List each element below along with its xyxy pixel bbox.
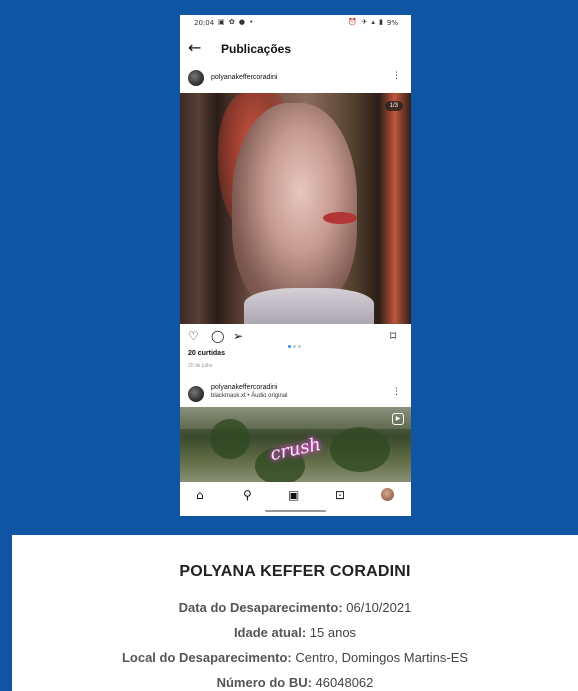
reels-icon[interactable]: ▣	[288, 488, 299, 502]
post2-audio-subtitle[interactable]: blackmask.xt • Áudio original	[211, 393, 287, 399]
missing-person-card: POLYANA KEFFER CORADINI Data do Desapare…	[12, 535, 578, 691]
avatar[interactable]	[188, 70, 204, 86]
post-photo[interactable]: 1/3	[180, 93, 411, 324]
reel-preview[interactable]: crush ▶	[180, 407, 411, 482]
app-bar: ← Publicações	[180, 35, 411, 63]
photo-counter-badge: 1/3	[384, 101, 403, 111]
carousel-dot-active	[288, 345, 291, 348]
carousel-dot	[298, 345, 301, 348]
carousel-dots	[288, 335, 303, 353]
battery-level: 9%	[386, 19, 398, 27]
info-row-bu-number: Número do BU: 46048062	[12, 675, 578, 690]
post-actions: ♡ ◯ ➢ ⌑	[180, 329, 411, 348]
row-value: 15 anos	[306, 625, 357, 640]
likes-count[interactable]: 20 curtidas	[188, 350, 225, 357]
signal-icons: ⏰ ✈ ▴ ▮	[348, 18, 384, 26]
row-label: Número do BU:	[216, 675, 312, 690]
profile-avatar-icon[interactable]	[381, 488, 394, 501]
reel-foliage	[330, 427, 390, 472]
info-row-disappearance-date: Data do Desaparecimento: 06/10/2021	[12, 600, 578, 615]
post2-header: polyanakeffercoradini blackmask.xt • Áud…	[180, 381, 411, 407]
row-value: 46048062	[311, 675, 374, 690]
info-row-location: Local do Desaparecimento: Centro, Doming…	[12, 650, 578, 665]
info-row-age: Idade atual: 15 anos	[12, 625, 578, 640]
avatar[interactable]	[188, 386, 204, 402]
post-username[interactable]: polyanakeffercoradini	[211, 74, 277, 81]
heart-icon[interactable]: ♡	[188, 329, 199, 343]
notification-icons: ▣ ✿ ● •	[218, 18, 255, 26]
instagram-screenshot: 20:04 ▣ ✿ ● • ⏰ ✈ ▴ ▮ 9% ← Publicações p…	[180, 15, 411, 516]
row-label: Data do Desaparecimento:	[178, 600, 343, 615]
post2-username[interactable]: polyanakeffercoradini	[211, 384, 277, 391]
status-time: 20:04	[194, 19, 215, 27]
person-name: POLYANA KEFFER CORADINI	[179, 563, 411, 580]
row-value: 06/10/2021	[342, 600, 412, 615]
photo-shirt	[244, 288, 374, 324]
reel-foliage	[210, 419, 250, 459]
row-label: Local do Desaparecimento:	[121, 650, 292, 665]
status-bar: 20:04 ▣ ✿ ● • ⏰ ✈ ▴ ▮ 9%	[180, 15, 411, 33]
more-options-icon[interactable]: ⋮	[392, 71, 401, 81]
row-value: Centro, Domingos Martins-ES	[291, 650, 469, 665]
reel-icon: ▶	[392, 413, 404, 425]
home-indicator	[265, 510, 326, 512]
carousel-dot	[293, 345, 296, 348]
home-icon[interactable]: ⌂	[196, 488, 204, 502]
back-arrow-icon[interactable]: ←	[188, 38, 201, 57]
bookmark-icon[interactable]: ⌑	[390, 329, 396, 343]
more-options-icon[interactable]: ⋮	[392, 387, 401, 397]
row-label: Idade atual:	[233, 625, 307, 640]
post-date: 20 de julho	[188, 363, 213, 369]
photo-face	[232, 103, 357, 313]
share-icon[interactable]: ➢	[233, 329, 243, 343]
page-title: Publicações	[221, 42, 292, 56]
search-icon[interactable]: ⚲	[243, 488, 252, 502]
photo-lips	[323, 212, 357, 224]
shop-icon[interactable]: ⊡	[335, 488, 345, 502]
bottom-nav: ⌂ ⚲ ▣ ⊡	[180, 483, 411, 511]
post-header: polyanakeffercoradini ⋮	[180, 67, 411, 91]
comment-icon[interactable]: ◯	[211, 329, 224, 343]
